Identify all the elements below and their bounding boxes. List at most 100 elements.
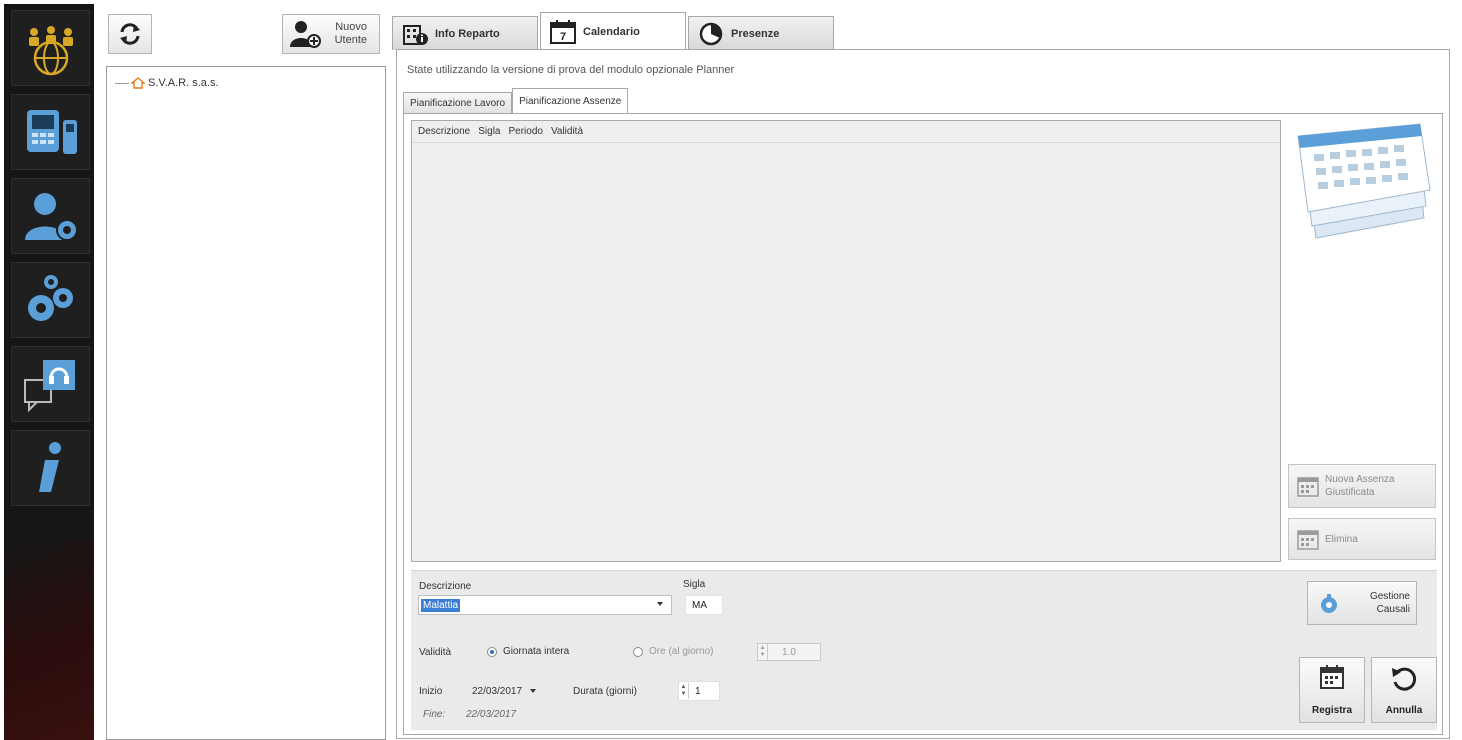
department-tree[interactable]: S.V.A.R. s.a.s. [106,66,386,740]
gears-icon [27,275,73,321]
tab-pianificazione-lavoro-label: Pianificazione Lavoro [410,98,506,109]
sigla-value: MA [692,599,707,611]
calendar-delete-icon [1297,530,1319,550]
sidebar-item-departments[interactable] [11,10,90,86]
full-day-label: Giornata intera [503,646,570,657]
sidebar-item-terminals[interactable] [11,94,90,170]
column-header-validita[interactable]: Validità [551,126,583,137]
new-user-label-line1: Nuovo [335,21,367,33]
tree-connector [115,82,129,84]
save-label: Registra [1311,705,1352,716]
svg-text:7: 7 [560,31,566,43]
chevron-down-icon [657,602,663,606]
people-globe-icon [28,26,73,76]
refresh-button[interactable] [108,14,152,54]
tab-presenze[interactable]: Presenze [688,16,834,50]
start-label: Inizio [419,686,443,697]
column-header-sigla[interactable]: Sigla [478,126,500,137]
delete-button[interactable]: Elimina [1288,518,1436,560]
duration-stepper[interactable]: ▲ ▼ 1 [678,681,720,701]
end-date-value: 22/03/2017 [466,709,517,720]
hours-value: 1.0 [782,646,796,658]
tab-calendario[interactable]: 7 Calendario [540,12,686,50]
main-tabs: Info Reparto 7 Calendario Presenze [392,12,836,50]
save-button[interactable]: Registra [1299,657,1365,723]
support-icon [23,360,75,413]
start-date-picker[interactable]: 22/03/2017 [466,681,558,701]
app-window: Nuovo Utente S.V.A.R. s.a.s. Info Repart… [0,0,1462,740]
tab-presenze-label: Presenze [731,27,780,40]
trial-message: State utilizzando la versione di prova d… [407,64,735,76]
hours-per-day-label: Ore (al giorno) [649,646,714,657]
tab-info-reparto[interactable]: Info Reparto [392,16,538,50]
refresh-icon [120,23,140,45]
database-gear-icon [1321,594,1337,613]
description-label: Descrizione [419,581,472,592]
hours-stepper[interactable]: ▲ ▼ 1.0 [757,643,821,661]
manage-causes-label: Gestione Causali [1350,590,1410,616]
calendar-save-icon [1320,665,1344,689]
tree-node-root[interactable]: S.V.A.R. s.a.s. [115,77,219,89]
cancel-label: Annulla [1385,705,1423,716]
manage-causes-button[interactable]: Gestione Causali [1307,581,1417,625]
new-absence-label-line1: Nuova Assenza [1325,474,1395,485]
end-label: Fine: [423,709,446,720]
tab-pianificazione-assenze[interactable]: Pianificazione Assenze [512,88,629,114]
cancel-button[interactable]: Annulla [1371,657,1437,723]
absence-editor: Descrizione Malattia Sigla MA Validità G… [411,570,1437,730]
new-justified-absence-button[interactable]: Nuova Assenza Giustificata [1288,464,1436,508]
sub-tabs: Pianificazione Lavoro Pianificazione Ass… [403,88,629,114]
new-user-label-line2: Utente [334,34,367,46]
new-user-button[interactable]: Nuovo Utente [282,14,380,54]
radio-unselected-icon [633,646,643,657]
duration-label: Durata (giorni) [573,686,637,697]
add-user-icon [290,21,321,48]
sidebar-item-info[interactable] [11,430,90,506]
delete-label: Elimina [1325,533,1358,545]
user-key-icon [24,193,78,241]
validity-label: Validità [419,647,452,658]
terminal-device-icon [26,110,77,154]
manage-label-line1: Gestione [1369,591,1410,602]
duration-value: 1 [695,685,701,697]
start-date-value: 22/03/2017 [472,685,523,697]
sidebar [4,4,94,740]
sidebar-decoration [4,540,94,740]
stepper-arrows-icon: ▲ ▼ [758,644,768,660]
info-icon [38,442,61,492]
main-content: State utilizzando la versione di prova d… [396,49,1450,739]
sigla-field[interactable]: MA [685,595,723,615]
radio-selected-icon [487,646,497,657]
full-day-radio[interactable]: Giornata intera [487,646,569,657]
stepper-arrows-icon: ▲ ▼ [679,683,689,699]
calendar-illustration [1297,123,1431,239]
column-header-periodo[interactable]: Periodo [509,126,543,137]
column-header-descrizione[interactable]: Descrizione [418,126,470,137]
hours-per-day-radio[interactable]: Ore (al giorno) [633,646,713,657]
tree-node-label: S.V.A.R. s.a.s. [148,77,219,89]
tab-pianificazione-lavoro[interactable]: Pianificazione Lavoro [403,92,513,114]
sigla-label: Sigla [683,579,706,590]
tab-pianificazione-assenze-label: Pianificazione Assenze [519,96,622,107]
undo-icon [1392,667,1417,691]
absence-grid[interactable]: Descrizione Sigla Periodo Validità [411,120,1281,562]
sidebar-item-users[interactable] [11,178,90,254]
absence-planning-panel: Descrizione Sigla Periodo Validità Nuova… [403,113,1443,735]
building-info-icon [401,21,429,47]
grid-header: Descrizione Sigla Periodo Validità [412,121,1280,143]
sidebar-item-settings[interactable] [11,262,90,338]
calendar-grid-icon [1297,477,1319,497]
manage-label-line2: Causali [1376,604,1410,615]
sidebar-item-support[interactable] [11,346,90,422]
tree-panel: Nuovo Utente S.V.A.R. s.a.s. [104,8,386,740]
clock-pie-icon [697,21,725,47]
house-icon [131,77,145,89]
new-user-label: Nuovo Utente [327,21,367,47]
description-select[interactable]: Malattia [418,595,672,615]
new-justified-absence-label: Nuova Assenza Giustificata [1325,473,1395,499]
tab-info-reparto-label: Info Reparto [435,27,500,40]
description-selected-value: Malattia [421,598,461,612]
tab-calendario-label: Calendario [583,25,640,38]
chevron-down-icon [530,689,537,693]
calendar-icon: 7 [549,19,577,45]
